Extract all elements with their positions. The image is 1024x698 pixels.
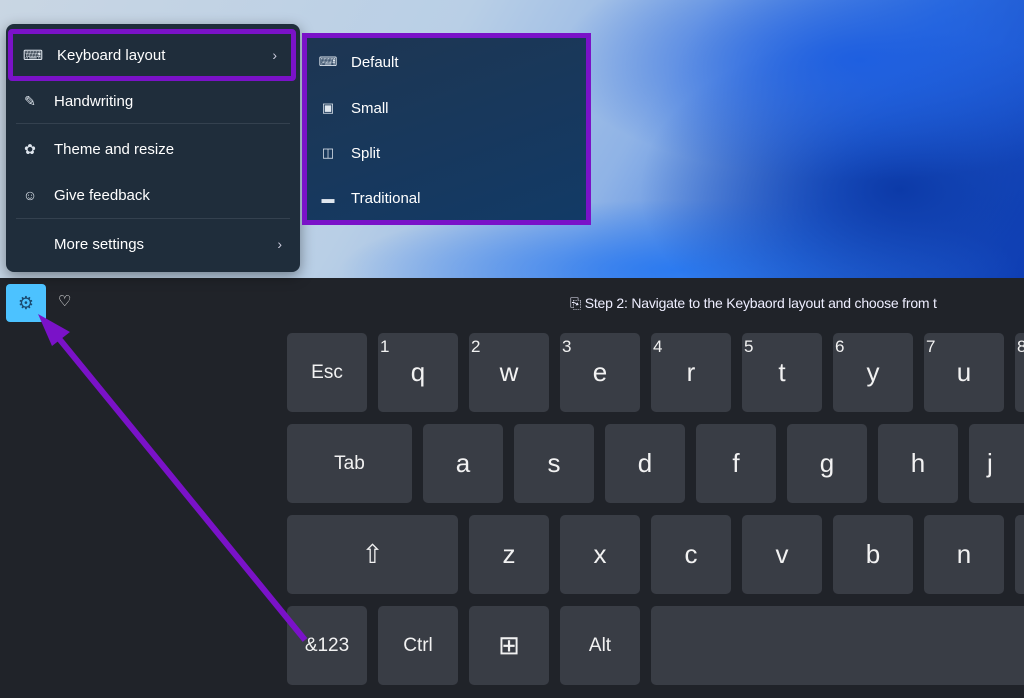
annotation-arrow [38, 314, 308, 642]
arrow-head [38, 314, 70, 346]
arrow-shaft [49, 328, 308, 642]
